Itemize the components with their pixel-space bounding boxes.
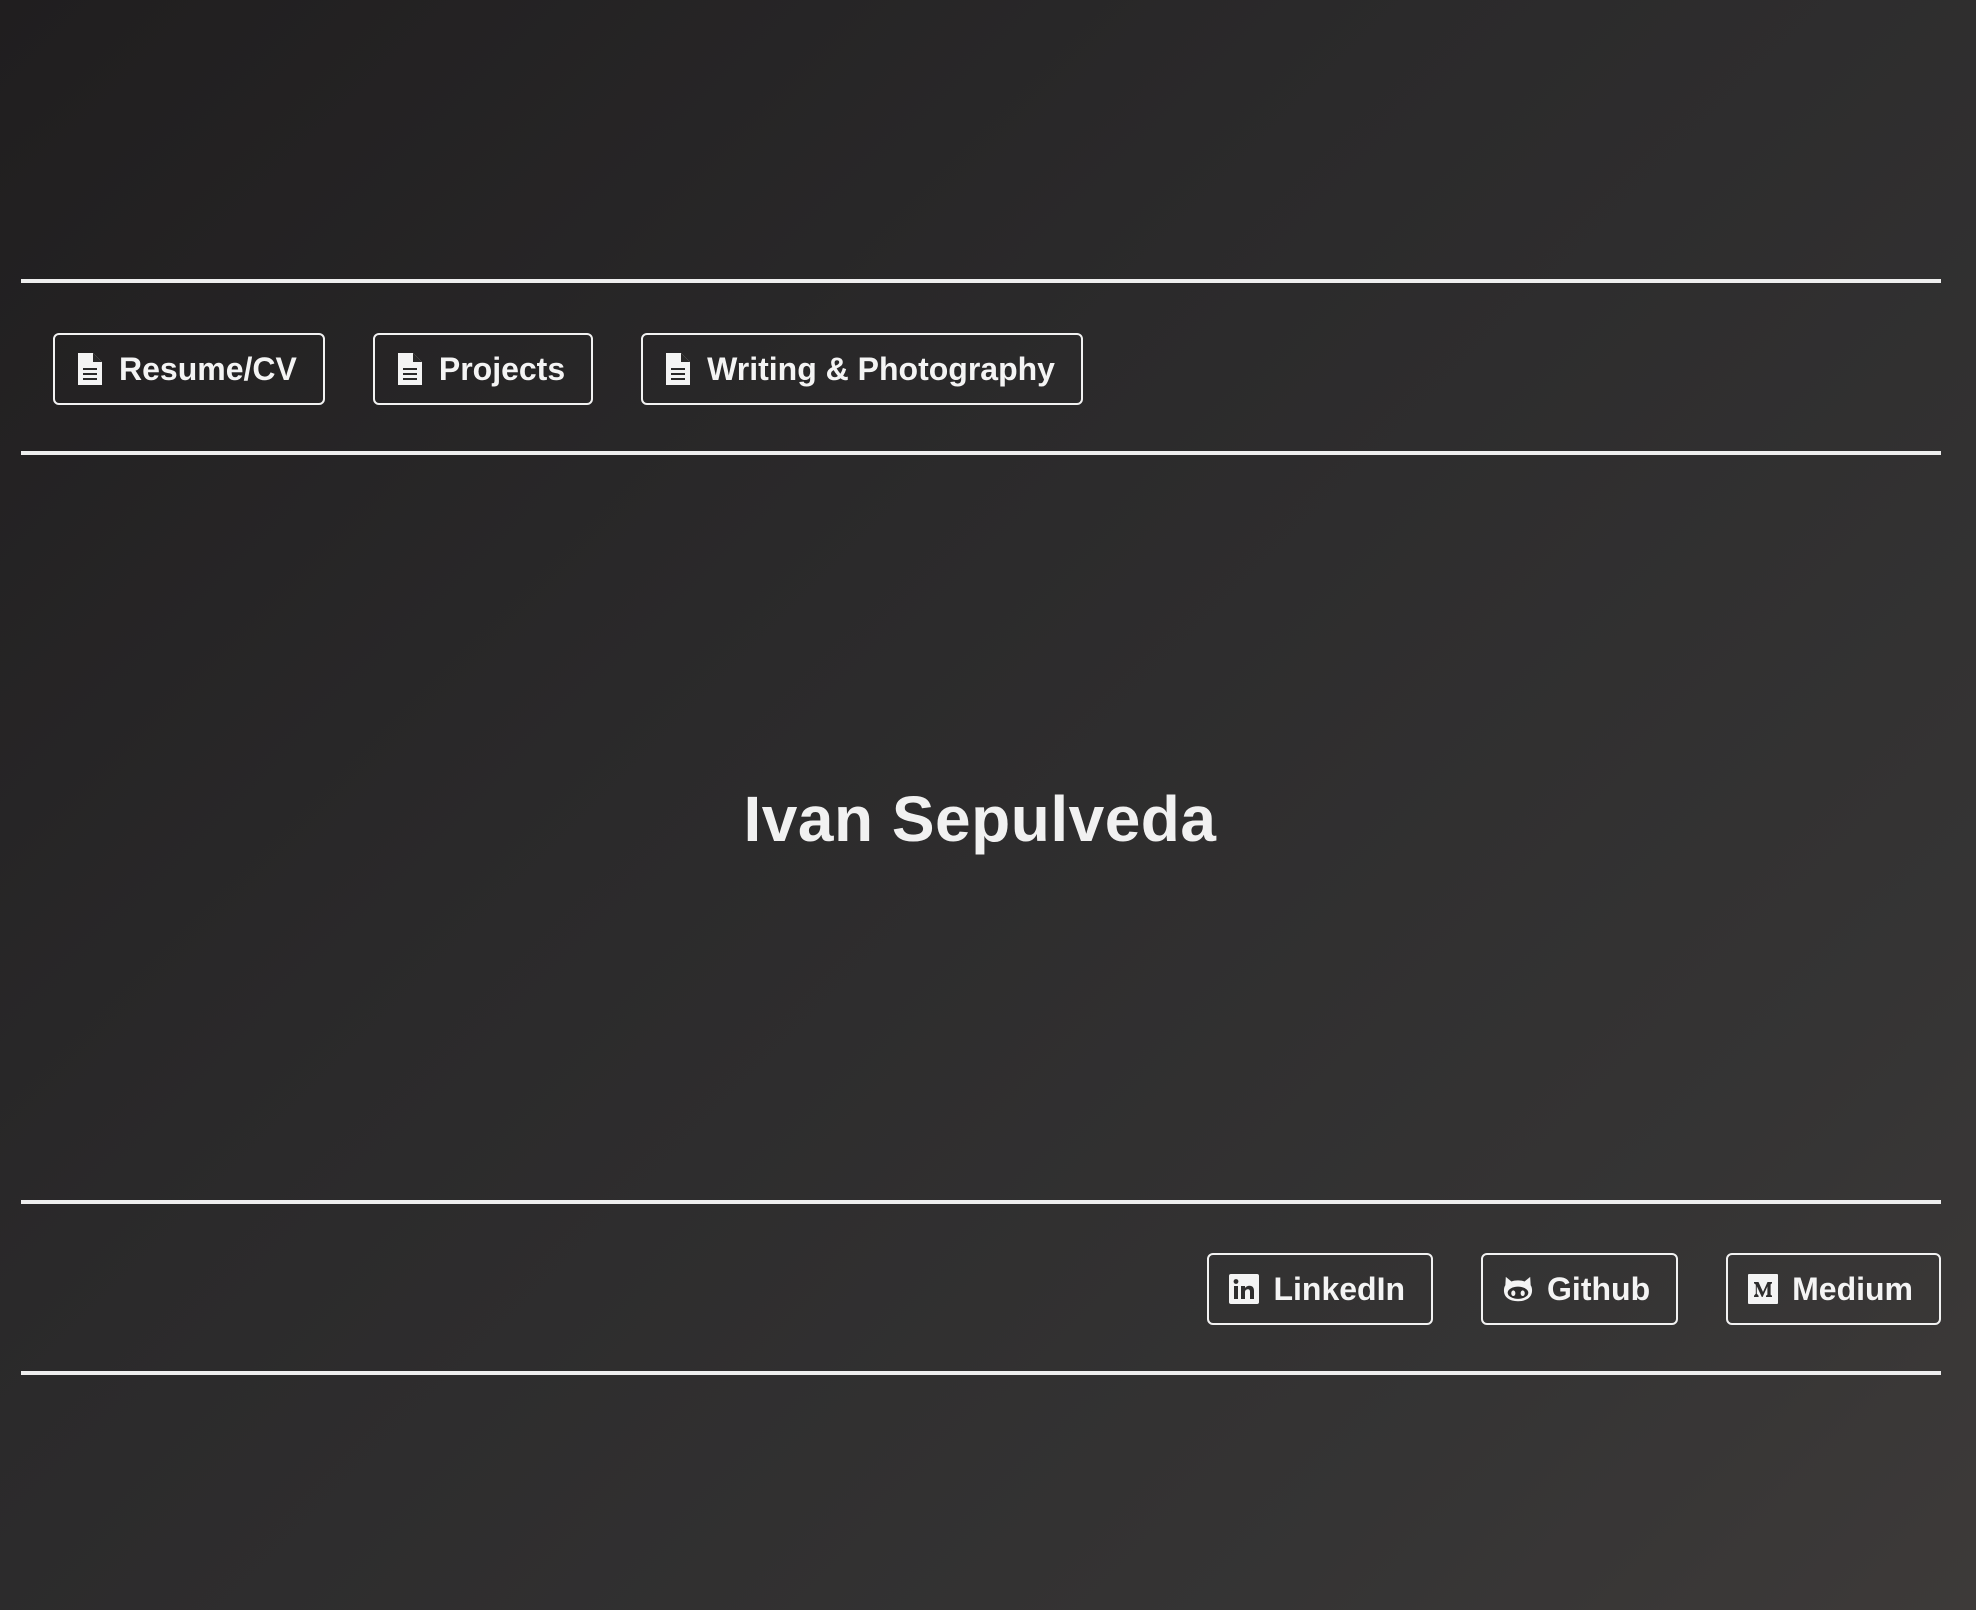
- top-divider-lower: [21, 451, 1941, 455]
- github-button[interactable]: Github: [1481, 1253, 1679, 1325]
- social-links: LinkedIn Github Medium: [1207, 1253, 1941, 1325]
- document-icon: [663, 352, 693, 386]
- linkedin-button[interactable]: LinkedIn: [1207, 1253, 1434, 1325]
- bottom-divider-upper: [21, 1200, 1941, 1204]
- github-icon: [1503, 1272, 1533, 1306]
- document-icon: [395, 352, 425, 386]
- page-title: Ivan Sepulveda: [743, 783, 1217, 855]
- top-divider-upper: [21, 279, 1941, 283]
- projects-label: Projects: [438, 350, 566, 387]
- github-label: Github: [1547, 1270, 1651, 1307]
- writing-photography-label: Writing & Photography: [707, 350, 1055, 387]
- projects-button[interactable]: Projects: [372, 333, 594, 405]
- medium-button[interactable]: Medium: [1726, 1253, 1941, 1325]
- medium-icon: [1748, 1272, 1779, 1306]
- medium-label: Medium: [1792, 1270, 1913, 1307]
- resume-cv-button[interactable]: Resume/CV: [53, 333, 325, 405]
- bottom-divider-lower: [21, 1371, 1941, 1375]
- document-icon: [75, 352, 105, 386]
- linkedin-icon: [1229, 1272, 1260, 1306]
- writing-photography-button[interactable]: Writing & Photography: [641, 333, 1083, 405]
- resume-cv-label: Resume/CV: [119, 350, 297, 387]
- linkedin-label: LinkedIn: [1273, 1270, 1406, 1307]
- main-nav: Resume/CV Projects Writing & Photography: [53, 333, 1083, 405]
